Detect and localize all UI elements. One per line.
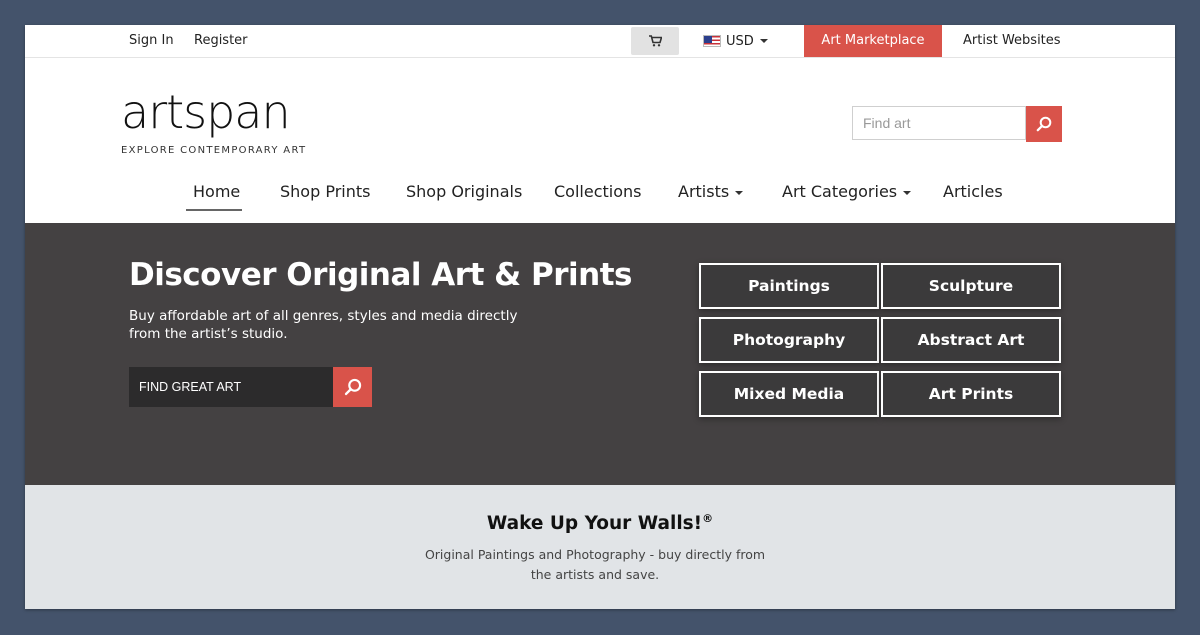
- search-icon: [1036, 116, 1052, 132]
- category-art-prints-button[interactable]: Art Prints: [881, 371, 1061, 417]
- search-input[interactable]: [852, 106, 1026, 140]
- promo-text: Original Paintings and Photography - buy…: [424, 547, 766, 582]
- search-icon: [344, 378, 361, 396]
- category-abstract-art-button[interactable]: Abstract Art: [881, 317, 1061, 363]
- sign-in-link[interactable]: Sign In: [129, 25, 174, 57]
- category-paintings-button[interactable]: Paintings: [699, 263, 879, 309]
- category-grid: Paintings Sculpture Photography Abstract…: [699, 263, 1063, 417]
- category-photography-button[interactable]: Photography: [699, 317, 879, 363]
- chevron-down-icon: [903, 190, 912, 195]
- nav-home[interactable]: Home: [193, 180, 240, 210]
- hero-section: Discover Original Art & Prints Buy affor…: [25, 223, 1175, 485]
- hero-title: Discover Original Art & Prints: [129, 257, 632, 293]
- artspan-logo[interactable]: artspan: [121, 89, 291, 135]
- us-flag-icon: [703, 35, 721, 47]
- browser-page: Sign In Register USD Art Marketplace Art…: [25, 25, 1175, 609]
- cart-button[interactable]: [631, 27, 679, 55]
- nav-artists[interactable]: Artists: [678, 180, 744, 210]
- category-mixed-media-button[interactable]: Mixed Media: [699, 371, 879, 417]
- nav-active-indicator: [186, 209, 242, 211]
- nav-artists-label: Artists: [678, 182, 730, 201]
- logo-tagline: EXPLORE CONTEMPORARY ART: [121, 145, 307, 156]
- top-utility-bar: Sign In Register USD Art Marketplace Art…: [25, 25, 1175, 58]
- promo-title-text: Wake Up Your Walls!: [486, 513, 703, 535]
- hero-search-button[interactable]: [333, 367, 372, 407]
- currency-selector[interactable]: USD: [703, 25, 768, 57]
- promo-title: Wake Up Your Walls!®: [25, 512, 1175, 534]
- promo-band: Wake Up Your Walls!® Original Paintings …: [25, 485, 1175, 609]
- nav-shop-originals[interactable]: Shop Originals: [406, 180, 522, 210]
- main-navigation: Home Shop Prints Shop Originals Collecti…: [25, 180, 1175, 216]
- nav-art-categories[interactable]: Art Categories: [782, 180, 912, 210]
- nav-collections[interactable]: Collections: [554, 180, 641, 210]
- search-button[interactable]: [1026, 106, 1062, 142]
- nav-art-categories-label: Art Categories: [782, 182, 898, 201]
- nav-shop-prints[interactable]: Shop Prints: [280, 180, 370, 210]
- art-marketplace-button[interactable]: Art Marketplace: [804, 25, 942, 57]
- chevron-down-icon: [735, 190, 744, 195]
- currency-label: USD: [726, 33, 754, 49]
- registered-mark: ®: [702, 512, 714, 525]
- hero-subtitle: Buy affordable art of all genres, styles…: [129, 308, 518, 342]
- cart-icon: [648, 35, 662, 47]
- register-link[interactable]: Register: [194, 25, 248, 57]
- category-sculpture-button[interactable]: Sculpture: [881, 263, 1061, 309]
- chevron-down-icon: [759, 39, 768, 43]
- artist-websites-link[interactable]: Artist Websites: [963, 25, 1061, 57]
- hero-search-input[interactable]: [129, 367, 333, 407]
- nav-articles[interactable]: Articles: [943, 180, 1003, 210]
